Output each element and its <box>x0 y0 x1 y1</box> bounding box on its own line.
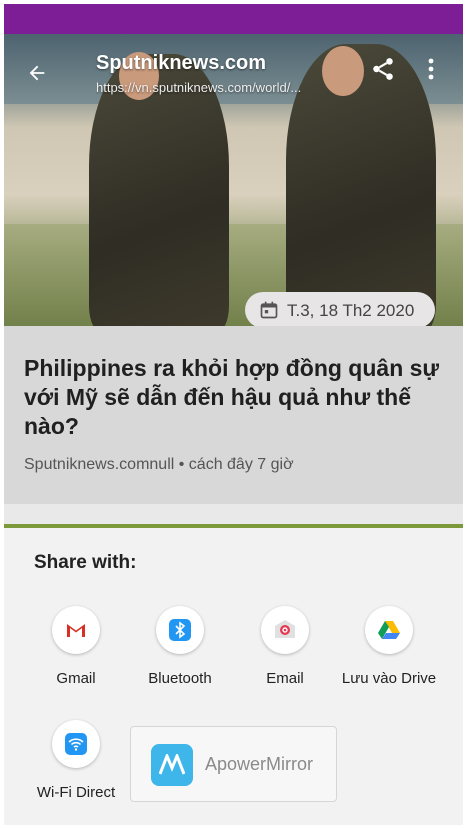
share-target-label: Bluetooth <box>148 670 212 687</box>
more-options-icon[interactable] <box>428 58 434 80</box>
screen: T.3, 18 Th2 2020 Sputniknews.com https:/… <box>4 4 463 825</box>
article-meta: Sputniknews.comnull • cách đây 7 giờ <box>24 456 294 473</box>
back-arrow-icon[interactable] <box>26 62 48 85</box>
site-title: Sputniknews.com <box>96 52 267 74</box>
date-text: T.3, 18 Th2 2020 <box>287 301 415 320</box>
site-url: https://vn.sputniknews.com/world/... <box>96 80 302 95</box>
gmail-icon <box>52 606 100 654</box>
share-icon[interactable] <box>370 56 396 82</box>
email-icon <box>261 606 309 654</box>
wifi-direct-icon <box>52 720 100 768</box>
drive-icon <box>365 606 413 654</box>
date-badge: T.3, 18 Th2 2020 <box>245 292 435 326</box>
share-target-label: Wi-Fi Direct <box>36 784 116 801</box>
share-sheet: Share with: Gmail Bluetooth Email Lưu và… <box>4 528 463 825</box>
bluetooth-icon <box>156 606 204 654</box>
share-target-label: ApowerMirror <box>205 754 314 774</box>
share-target-apowermirror[interactable]: ApowerMirror <box>130 726 337 802</box>
share-target-label: Email <box>266 670 304 687</box>
article-card[interactable]: Philippines ra khỏi hợp đồng quân sự với… <box>4 326 463 504</box>
article-toolbar: Sputniknews.com https://vn.sputniknews.c… <box>4 34 463 104</box>
share-target-label: Gmail <box>56 670 96 687</box>
share-target-label: Lưu vào Drive <box>341 670 437 687</box>
share-sheet-title: Share with: <box>34 552 137 573</box>
status-bar <box>4 4 463 34</box>
article-headline: Philippines ra khỏi hợp đồng quân sự với… <box>24 355 440 439</box>
calendar-icon <box>260 301 278 319</box>
apowermirror-icon <box>151 744 193 786</box>
